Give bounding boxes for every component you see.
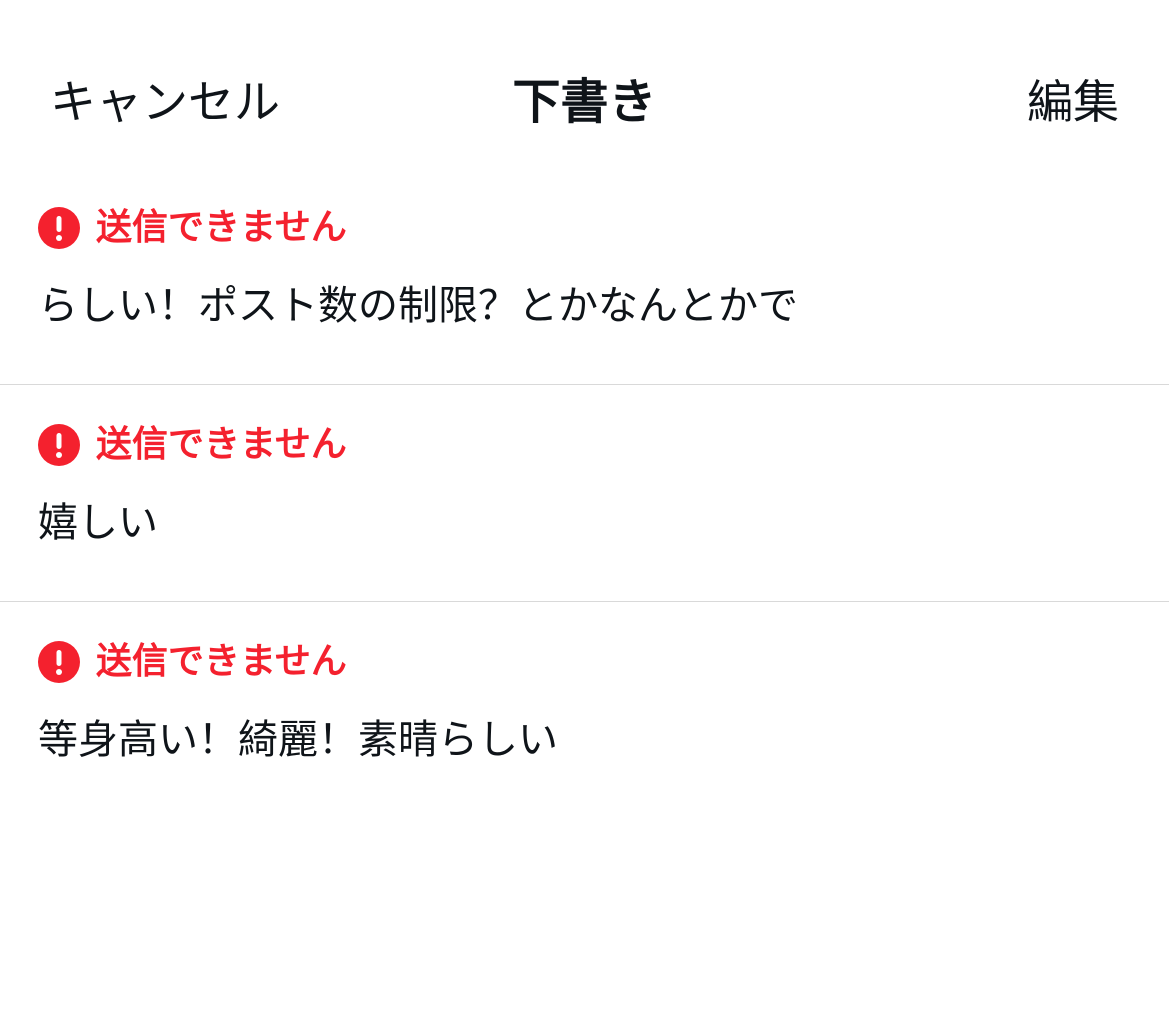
exclamation-circle-icon [38,207,80,249]
draft-text: 嬉しい [38,500,158,546]
status-text: 送信できません [96,424,347,465]
draft-status: 送信できません [38,423,347,467]
status-text: 送信できません [96,207,347,248]
draft-item[interactable]: 送信できません 等身高い！綺麗！素晴らしい [0,602,1169,819]
draft-text: 等身高い！綺麗！素晴らしい [38,717,558,763]
edit-button[interactable]: 編集 [1027,70,1119,134]
drafts-list: 送信できません らしい！ポスト数の制限？とかなんとかで 送信できません 嬉しい [0,168,1169,819]
status-text: 送信できません [96,641,347,682]
draft-text: らしい！ポスト数の制限？とかなんとかで [38,283,798,329]
exclamation-circle-icon [38,641,80,683]
draft-status: 送信できません [38,640,347,684]
cancel-button[interactable]: キャンセル [50,70,280,134]
exclamation-circle-icon [38,424,80,466]
draft-item[interactable]: 送信できません らしい！ポスト数の制限？とかなんとかで [0,168,1169,385]
draft-status: 送信できません [38,206,347,250]
draft-item[interactable]: 送信できません 嬉しい [0,385,1169,602]
